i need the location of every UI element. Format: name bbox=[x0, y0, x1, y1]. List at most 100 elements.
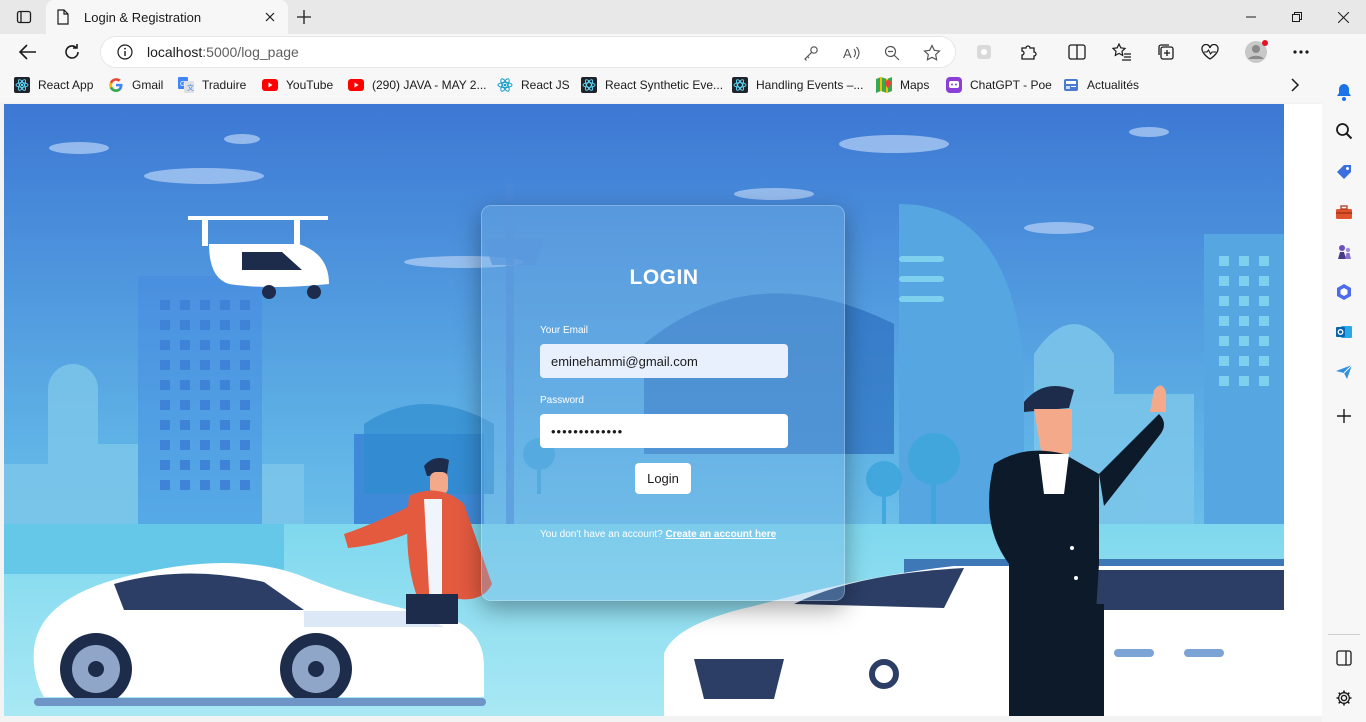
more-dots-icon bbox=[1293, 50, 1309, 54]
outlook-button[interactable] bbox=[1332, 320, 1356, 344]
add-sidebar-app-button[interactable] bbox=[1332, 404, 1356, 428]
tab-actions-button[interactable] bbox=[8, 4, 40, 30]
refresh-button[interactable] bbox=[56, 36, 88, 68]
hide-sidebar-button[interactable] bbox=[1332, 646, 1356, 670]
svg-text:文: 文 bbox=[187, 83, 194, 92]
search-icon bbox=[1336, 123, 1353, 140]
url-path: :5000/log_page bbox=[202, 44, 299, 60]
back-arrow-icon bbox=[19, 44, 36, 60]
zoom-out-icon[interactable] bbox=[880, 41, 904, 65]
login-title: LOGIN bbox=[629, 266, 699, 289]
bookmark-label: ChatGPT - Poe bbox=[970, 78, 1052, 92]
register-prompt-text: You don't have an account? bbox=[540, 529, 666, 540]
gear-icon bbox=[1336, 690, 1352, 706]
url-host: localhost bbox=[147, 44, 203, 60]
email-label: Your Email bbox=[540, 325, 588, 336]
avatar-icon bbox=[1245, 40, 1268, 63]
bookmark-label: React JS bbox=[521, 78, 570, 92]
settings-menu-button[interactable] bbox=[1285, 36, 1317, 68]
bookmark-label: (290) JAVA - MAY 2... bbox=[372, 78, 487, 92]
key-icon[interactable] bbox=[799, 41, 823, 65]
tag-icon bbox=[1337, 165, 1351, 179]
maps-icon bbox=[876, 77, 892, 93]
react-icon bbox=[14, 77, 30, 93]
bookmark-label: Actualités bbox=[1087, 78, 1140, 92]
read-aloud-icon[interactable]: A bbox=[840, 41, 864, 65]
bookmark-react-app[interactable]: React App bbox=[14, 77, 93, 93]
extension-puzzle-gray-button[interactable] bbox=[968, 36, 1000, 68]
email-field[interactable] bbox=[540, 344, 788, 378]
bookmark-react-synthetic[interactable]: React Synthetic Eve... bbox=[581, 77, 723, 93]
favorites-button[interactable] bbox=[1106, 36, 1138, 68]
login-button[interactable]: Login bbox=[635, 463, 691, 494]
bookmark-label: YouTube bbox=[286, 78, 334, 92]
bookmark-label: Gmail bbox=[132, 78, 164, 92]
youtube-icon bbox=[348, 77, 364, 93]
games-button[interactable] bbox=[1332, 240, 1356, 264]
translate-icon: G文 bbox=[178, 77, 194, 93]
split-screen-button[interactable] bbox=[1061, 36, 1093, 68]
page-scroll-gutter[interactable] bbox=[1284, 104, 1322, 716]
favorite-star-icon[interactable] bbox=[920, 41, 944, 65]
svg-text:A: A bbox=[843, 46, 852, 61]
poe-icon bbox=[946, 77, 962, 93]
browser-essentials-button[interactable] bbox=[1194, 36, 1226, 68]
office-icon bbox=[1337, 284, 1351, 300]
restore-button[interactable] bbox=[1274, 4, 1320, 30]
page-icon bbox=[56, 9, 72, 25]
react-icon bbox=[497, 77, 513, 93]
profile-button[interactable] bbox=[1240, 36, 1272, 68]
youtube-icon bbox=[262, 77, 278, 93]
address-bar[interactable]: localhost:5000/log_page A bbox=[100, 36, 956, 68]
password-label: Password bbox=[540, 395, 584, 406]
register-prompt: You don't have an account? Create an acc… bbox=[540, 529, 776, 540]
minimize-button[interactable] bbox=[1228, 4, 1274, 30]
extensions-button[interactable] bbox=[1012, 36, 1044, 68]
bookmark-traduire[interactable]: G文 Traduire bbox=[178, 77, 246, 93]
bookmark-react-js[interactable]: React JS bbox=[497, 77, 570, 93]
browser-tab[interactable]: Login & Registration bbox=[46, 0, 288, 34]
title-bar: Login & Registration bbox=[0, 0, 1366, 34]
search-sidebar-button[interactable] bbox=[1332, 119, 1356, 143]
bookmark-youtube[interactable]: YouTube bbox=[262, 77, 333, 93]
collections-button[interactable] bbox=[1150, 36, 1182, 68]
notifications-button[interactable] bbox=[1332, 80, 1356, 104]
bookmark-label: Maps bbox=[900, 78, 930, 92]
microsoft-365-button[interactable] bbox=[1332, 280, 1356, 304]
close-window-button[interactable] bbox=[1320, 4, 1366, 30]
password-field[interactable] bbox=[540, 414, 788, 448]
favorites-list-icon bbox=[1112, 43, 1131, 61]
plus-icon bbox=[297, 10, 311, 24]
tools-button[interactable] bbox=[1332, 200, 1356, 224]
browser-toolbar: localhost:5000/log_page A bbox=[0, 34, 1366, 70]
page-viewport: LOGIN Your Email Password Login You don'… bbox=[4, 104, 1284, 716]
bookmark-maps[interactable]: Maps bbox=[876, 77, 929, 93]
bookmark-gmail[interactable]: Gmail bbox=[108, 77, 163, 93]
drop-button[interactable] bbox=[1332, 360, 1356, 384]
tab-actions-icon bbox=[16, 10, 32, 24]
create-account-link[interactable]: Create an account here bbox=[666, 529, 777, 540]
plus-icon bbox=[1337, 409, 1351, 423]
svg-text:G: G bbox=[180, 81, 185, 88]
sidebar-settings-button[interactable] bbox=[1332, 686, 1356, 710]
new-tab-button[interactable] bbox=[292, 6, 316, 28]
chess-piece-icon bbox=[1338, 245, 1351, 259]
chevron-right-icon bbox=[1291, 78, 1300, 92]
bookmark-java-may[interactable]: (290) JAVA - MAY 2... bbox=[348, 77, 487, 93]
toolbox-icon bbox=[1336, 205, 1352, 219]
back-button[interactable] bbox=[12, 36, 44, 68]
restore-icon bbox=[1292, 12, 1302, 22]
bookmarks-overflow-button[interactable] bbox=[1290, 78, 1300, 92]
bookmark-chatgpt-poe[interactable]: ChatGPT - Poe bbox=[946, 77, 1052, 93]
bookmark-handling-events[interactable]: Handling Events –... bbox=[732, 77, 863, 93]
puzzle-icon bbox=[1021, 45, 1037, 60]
shopping-button[interactable] bbox=[1332, 160, 1356, 184]
bookmark-actualites[interactable]: Actualités bbox=[1063, 77, 1139, 93]
bookmarks-bar: React App Gmail G文 Traduire YouTube (290… bbox=[0, 70, 1366, 102]
info-icon bbox=[117, 44, 133, 60]
react-dark-icon bbox=[581, 77, 597, 93]
close-tab-icon[interactable] bbox=[262, 9, 278, 25]
tab-title: Login & Registration bbox=[84, 9, 202, 25]
send-icon bbox=[1336, 364, 1353, 379]
split-screen-icon bbox=[1068, 44, 1086, 60]
